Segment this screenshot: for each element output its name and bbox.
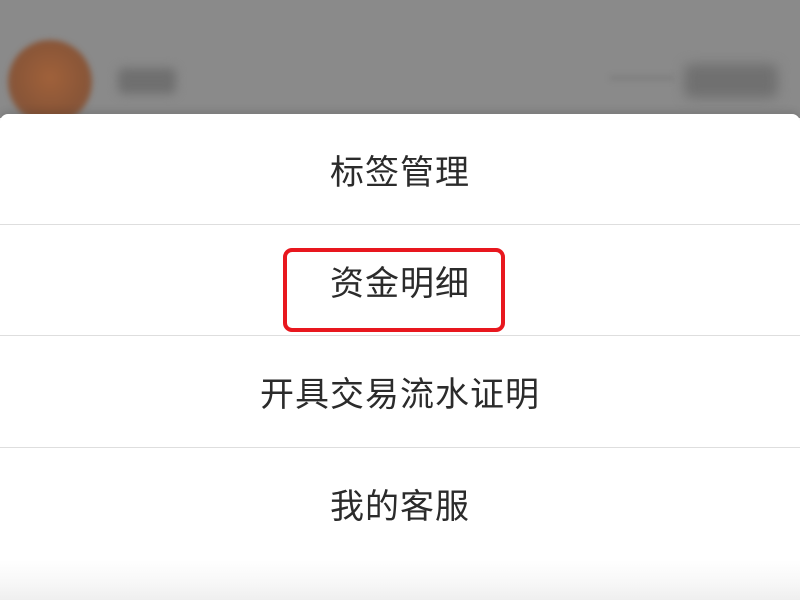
menu-item-label: 标签管理 <box>330 152 470 193</box>
menu-item-label: 资金明细 <box>330 263 470 304</box>
menu-item-tag-management[interactable]: 标签管理 <box>0 114 800 224</box>
dimmed-background <box>0 0 800 118</box>
blurred-detail <box>610 76 674 80</box>
screen: 标签管理 资金明细 开具交易流水证明 我的客服 <box>0 0 800 600</box>
menu-item-label: 我的客服 <box>330 486 470 527</box>
menu-item-transaction-statement[interactable]: 开具交易流水证明 <box>0 336 800 446</box>
sheet-bottom-separator <box>0 560 800 600</box>
menu-item-customer-service[interactable]: 我的客服 <box>0 448 800 558</box>
action-sheet: 标签管理 资金明细 开具交易流水证明 我的客服 <box>0 114 800 600</box>
menu-item-label: 开具交易流水证明 <box>260 374 540 415</box>
avatar <box>8 40 92 118</box>
blurred-username <box>118 68 176 94</box>
blurred-action <box>684 64 778 98</box>
menu-item-fund-details[interactable]: 资金明细 <box>0 225 800 335</box>
